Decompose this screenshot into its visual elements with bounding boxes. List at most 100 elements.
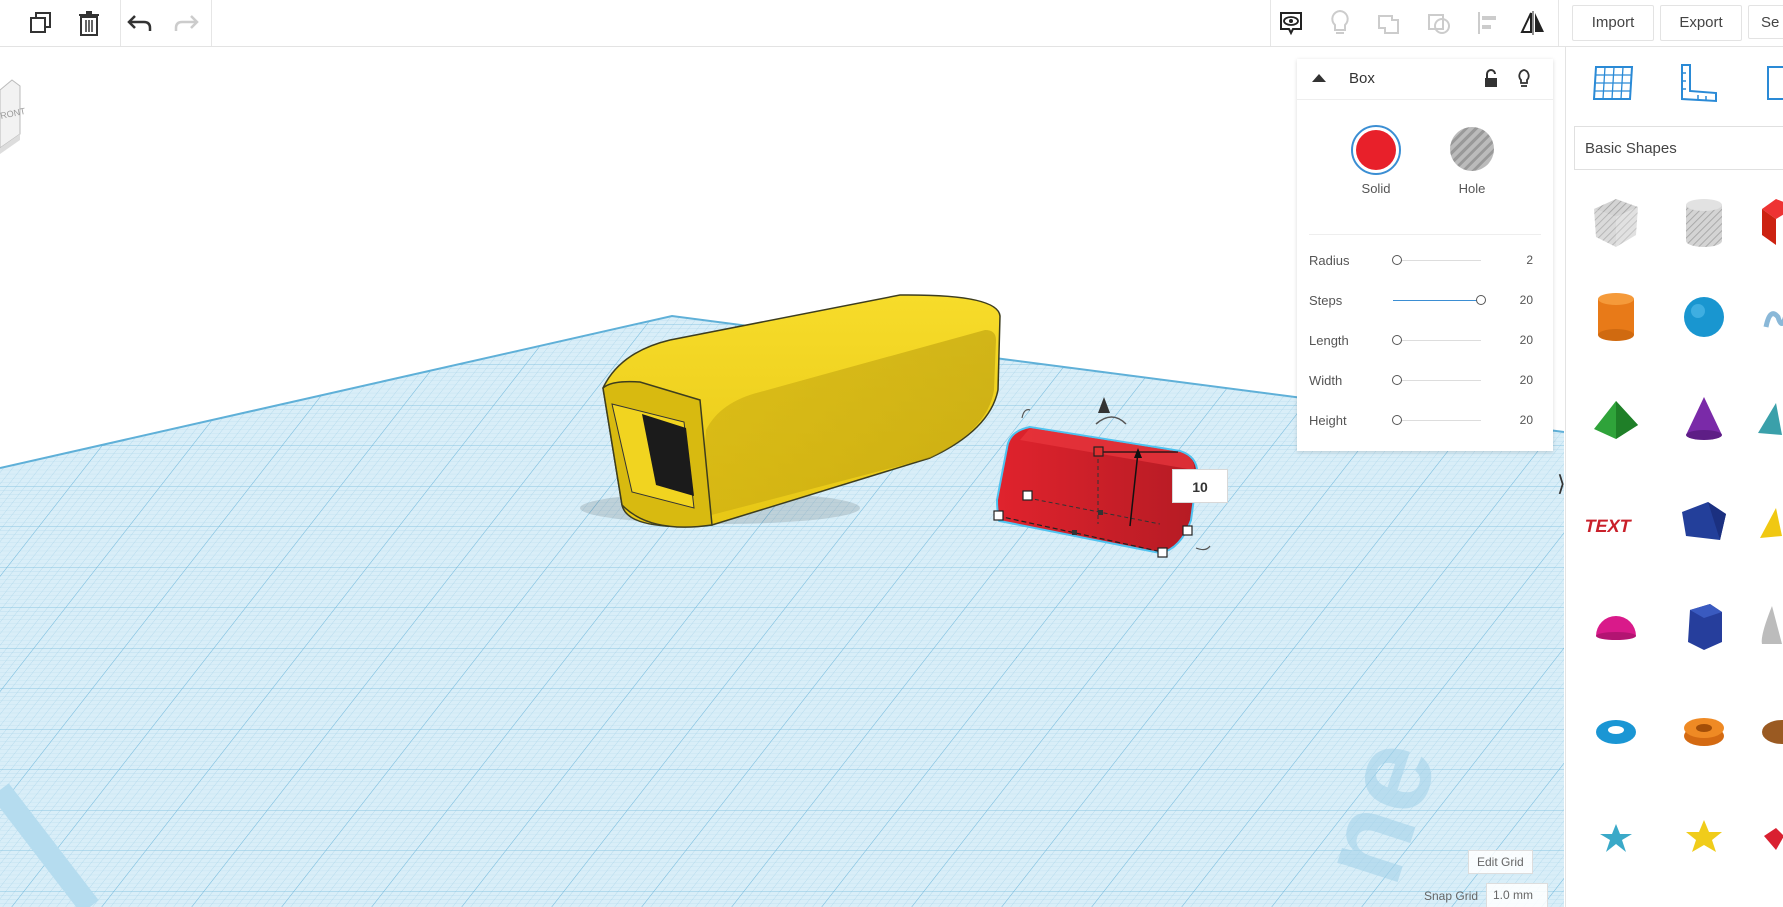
resize-handle[interactable] xyxy=(1182,525,1193,536)
cylinder-hole-icon xyxy=(1686,199,1722,247)
collapse-inspector-button[interactable] xyxy=(1311,71,1327,90)
torus-icon xyxy=(1596,720,1636,744)
notes-tool-button[interactable] xyxy=(1760,61,1783,105)
property-value[interactable]: 20 xyxy=(1520,373,1533,387)
collapse-library-button[interactable]: ⟩ xyxy=(1557,470,1573,498)
align-icon xyxy=(1478,12,1496,34)
solid-swatch xyxy=(1356,130,1396,170)
property-row-height: Height 20 xyxy=(1309,409,1541,433)
snap-grid-value: 1.0 mm xyxy=(1493,888,1534,902)
shape-library-sidebar xyxy=(1565,47,1783,907)
solid-button[interactable] xyxy=(1351,125,1401,175)
box-icon xyxy=(1762,199,1783,245)
half-sphere-icon xyxy=(1596,616,1636,640)
shape-text[interactable]: TEXT xyxy=(1583,492,1646,552)
property-slider[interactable] xyxy=(1393,340,1481,341)
shape-scribble[interactable] xyxy=(1756,287,1783,347)
ungroup-button[interactable] xyxy=(1422,6,1456,40)
copy-button[interactable] xyxy=(24,6,58,40)
slider-knob[interactable] xyxy=(1392,335,1403,345)
visibility-light-button[interactable] xyxy=(1516,68,1532,93)
view-cube[interactable]: RONT xyxy=(0,79,27,154)
resize-handle[interactable] xyxy=(1022,490,1033,501)
ring-icon xyxy=(1762,720,1783,744)
group-button[interactable] xyxy=(1372,6,1406,40)
lock-button[interactable] xyxy=(1483,69,1499,94)
lightbulb-icon xyxy=(1518,69,1530,87)
shape-star-gold[interactable] xyxy=(1674,806,1734,866)
undo-button[interactable] xyxy=(123,6,157,40)
shape-paraboloid[interactable] xyxy=(1756,596,1783,656)
shape-box-red[interactable] xyxy=(1756,193,1783,253)
shape-category-select[interactable]: Basic Shapes xyxy=(1574,126,1783,170)
shape-box-hole[interactable] xyxy=(1586,193,1646,253)
scribble-icon xyxy=(1763,311,1783,328)
shape-torus[interactable] xyxy=(1586,700,1646,760)
resize-handle[interactable] xyxy=(1157,547,1168,558)
ruler-icon xyxy=(1681,64,1717,103)
shape-cylinder-hole[interactable] xyxy=(1674,193,1734,253)
height-handle[interactable] xyxy=(1093,446,1104,457)
edit-grid-button[interactable]: Edit Grid xyxy=(1468,850,1533,874)
tube-icon xyxy=(1684,718,1724,746)
property-value[interactable]: 20 xyxy=(1520,333,1533,347)
mirror-icon xyxy=(1520,11,1544,35)
show-all-button[interactable] xyxy=(1274,6,1308,40)
slider-knob[interactable] xyxy=(1392,415,1403,425)
toolbar-divider xyxy=(1270,0,1271,46)
shape-wedge[interactable] xyxy=(1674,492,1734,552)
property-slider[interactable] xyxy=(1393,300,1481,301)
property-value[interactable]: 2 xyxy=(1526,253,1533,267)
snap-grid-select[interactable]: 1.0 mm ▲ xyxy=(1486,883,1548,907)
property-value[interactable]: 20 xyxy=(1520,293,1533,307)
toolbar-divider xyxy=(120,0,121,46)
box-hole-icon xyxy=(1594,199,1638,247)
resize-handle[interactable] xyxy=(993,510,1004,521)
shape-name[interactable]: Box xyxy=(1349,70,1375,87)
shape-cone[interactable] xyxy=(1674,389,1734,449)
send-to-button[interactable]: Se xyxy=(1748,5,1783,39)
shape-sphere[interactable] xyxy=(1674,287,1734,347)
property-row-steps: Steps 20 xyxy=(1309,289,1541,313)
shape-cylinder[interactable] xyxy=(1586,287,1646,347)
shape-polygon[interactable] xyxy=(1674,596,1734,656)
shape-tube[interactable] xyxy=(1674,700,1734,760)
shape-roof[interactable] xyxy=(1586,389,1646,449)
redo-button[interactable] xyxy=(169,6,203,40)
undo-icon xyxy=(127,15,152,31)
inspector-divider xyxy=(1309,234,1541,235)
dimension-input[interactable]: 10 xyxy=(1172,469,1228,503)
workplane-tool-button[interactable] xyxy=(1592,61,1636,110)
workplane-icon xyxy=(1592,66,1634,100)
shape-star[interactable] xyxy=(1586,806,1646,866)
property-label: Radius xyxy=(1309,253,1350,268)
property-slider[interactable] xyxy=(1393,420,1481,421)
align-button[interactable] xyxy=(1471,6,1505,40)
eye-speech-icon xyxy=(1280,12,1302,36)
shape-pyramid-teal[interactable] xyxy=(1756,389,1783,449)
slider-knob[interactable] xyxy=(1392,255,1403,265)
delete-button[interactable] xyxy=(72,6,106,40)
shape-heart-red[interactable] xyxy=(1756,806,1783,866)
paraboloid-icon xyxy=(1761,606,1782,644)
snap-grid-label: Snap Grid xyxy=(1424,889,1479,903)
property-value[interactable]: 20 xyxy=(1520,413,1533,427)
shape-half-sphere[interactable] xyxy=(1586,596,1646,656)
hole-button[interactable] xyxy=(1450,127,1494,171)
shape-pyramid-yellow[interactable] xyxy=(1756,492,1783,552)
export-button[interactable]: Export xyxy=(1660,5,1742,41)
slider-knob[interactable] xyxy=(1392,375,1403,385)
import-button[interactable]: Import xyxy=(1572,5,1654,41)
property-slider[interactable] xyxy=(1393,260,1481,261)
slider-knob[interactable] xyxy=(1476,295,1486,305)
solid-label: Solid xyxy=(1361,181,1391,196)
shape-ring-brown[interactable] xyxy=(1756,700,1783,760)
property-slider[interactable] xyxy=(1393,380,1481,381)
svg-text:TEXT: TEXT xyxy=(1586,516,1633,536)
copy-icon xyxy=(30,12,51,33)
sphere-icon xyxy=(1684,297,1724,337)
mirror-button[interactable] xyxy=(1516,6,1550,40)
light-button[interactable] xyxy=(1323,6,1357,40)
trash-icon xyxy=(79,11,99,36)
ruler-tool-button[interactable] xyxy=(1676,61,1720,110)
